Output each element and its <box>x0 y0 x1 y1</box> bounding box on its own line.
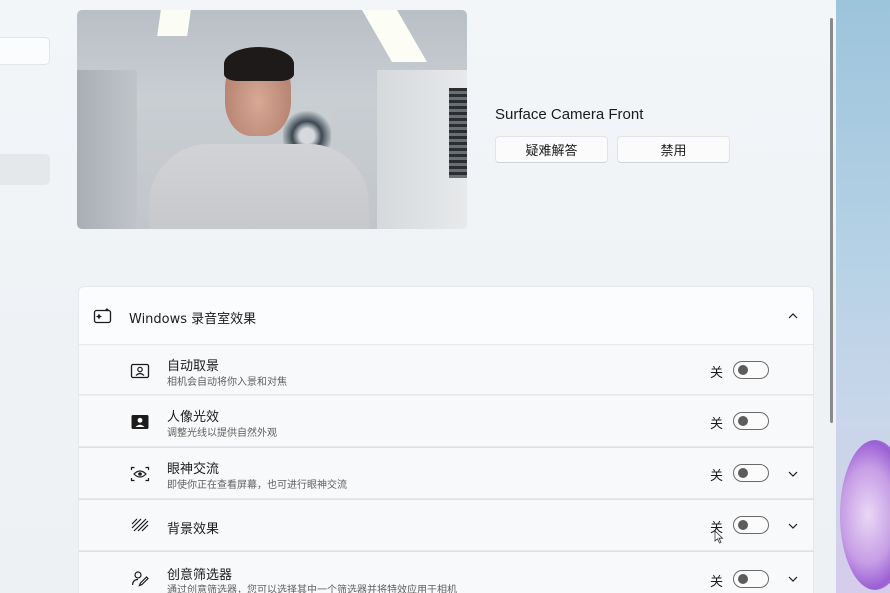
wallpaper-bloom <box>840 440 890 590</box>
setting-row-portrait-light: 人像光效 调整光线以提供自然外观 关 <box>78 395 814 447</box>
sparkle-frame-icon <box>93 307 112 324</box>
background-effects-toggle[interactable] <box>733 516 769 534</box>
disable-button[interactable]: 禁用 <box>617 136 730 163</box>
toggle-state-label: 关 <box>710 469 724 484</box>
preview-person-body <box>149 144 369 229</box>
toggle-state-label: 关 <box>710 417 724 432</box>
mouse-cursor-icon <box>714 530 724 544</box>
settings-window: Surface Camera Front 疑难解答 禁用 Windows 录音室… <box>0 0 836 593</box>
desktop-wallpaper <box>836 0 890 593</box>
toggle-state-label: 关 <box>710 366 724 381</box>
setting-description: 即使你正在查看屏幕，也可进行眼神交流 <box>167 480 347 491</box>
toggle-state-label: 关 <box>710 575 724 590</box>
chevron-down-icon[interactable] <box>786 467 800 481</box>
chevron-down-icon[interactable] <box>786 572 800 586</box>
troubleshoot-button[interactable]: 疑难解答 <box>495 136 608 163</box>
eye-contact-toggle[interactable] <box>733 464 769 482</box>
preview-wall-left <box>77 70 137 229</box>
setting-title: 背景效果 <box>167 522 220 537</box>
setting-title: 自动取景 <box>167 359 220 374</box>
auto-framing-icon <box>130 363 150 379</box>
chevron-up-icon[interactable] <box>786 309 800 323</box>
setting-row-auto-framing: 自动取景 相机会自动将你入景和对焦 关 <box>78 345 814 395</box>
setting-description: 相机会自动将你入景和对焦 <box>167 377 287 388</box>
auto-framing-toggle[interactable] <box>733 361 769 379</box>
creative-filter-icon <box>131 571 149 587</box>
vertical-scrollbar[interactable] <box>830 18 833 423</box>
camera-preview <box>77 10 467 229</box>
preview-ceiling-light <box>361 10 428 62</box>
eye-contact-icon <box>130 466 150 482</box>
preview-vent <box>449 88 467 178</box>
creative-filter-toggle[interactable] <box>733 570 769 588</box>
camera-name: Surface Camera Front <box>495 106 644 123</box>
setting-description: 通过创意筛选器，您可以选择其中一个筛选器并将特效应用于相机 <box>167 585 457 593</box>
background-effects-icon <box>131 518 149 532</box>
setting-description: 调整光线以提供自然外观 <box>167 428 277 439</box>
portrait-light-icon <box>131 415 149 429</box>
setting-title: 人像光效 <box>167 410 220 425</box>
setting-row-creative-filter[interactable]: 创意筛选器 通过创意筛选器，您可以选择其中一个筛选器并将特效应用于相机 关 <box>78 551 814 593</box>
setting-title: 眼神交流 <box>167 462 220 477</box>
setting-row-eye-contact[interactable]: 眼神交流 即使你正在查看屏幕，也可进行眼神交流 关 <box>78 447 814 499</box>
studio-effects-title: Windows 录音室效果 <box>129 312 257 327</box>
preview-ceiling-light <box>157 10 191 36</box>
nav-selected-item[interactable] <box>0 154 50 185</box>
setting-row-background-effects[interactable]: 背景效果 关 <box>78 499 814 551</box>
nav-search-box[interactable] <box>0 37 50 65</box>
chevron-down-icon[interactable] <box>786 519 800 533</box>
studio-effects-header[interactable]: Windows 录音室效果 <box>78 286 814 345</box>
portrait-light-toggle[interactable] <box>733 412 769 430</box>
preview-person-hair <box>224 47 294 81</box>
